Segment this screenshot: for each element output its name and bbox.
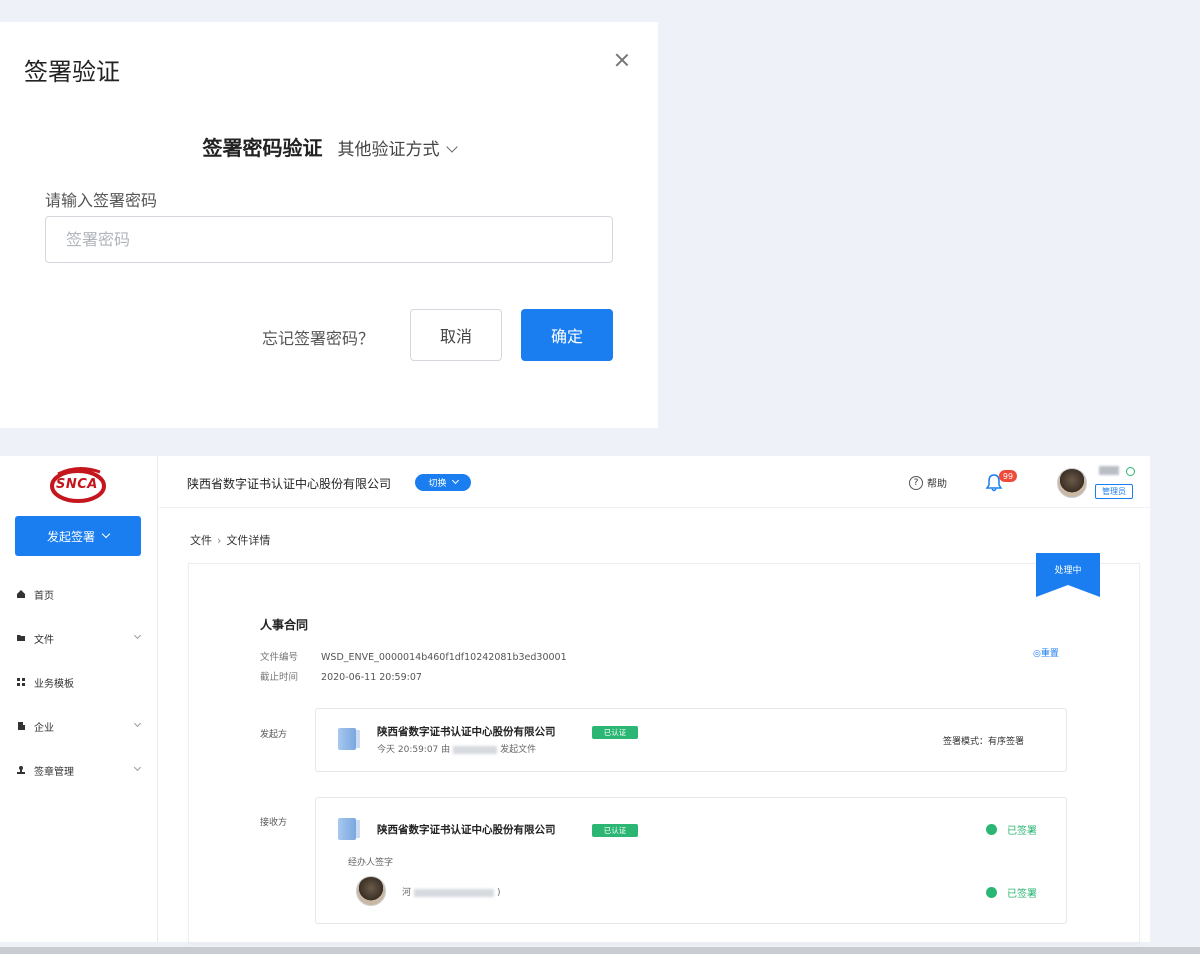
sender-time-prefix: 今天 20:59:07 由 xyxy=(377,745,451,755)
org-switch-button[interactable]: 切换 xyxy=(415,474,471,491)
start-signing-label: 发起签署 xyxy=(46,529,95,544)
agent-name-suffix: ) xyxy=(497,888,501,898)
document-icon xyxy=(338,728,360,750)
sidebar: SNCA 发起签署 首页 文件 业务模板 企业 签章管理 xyxy=(0,456,158,942)
other-verify-method-label: 其他验证方式 xyxy=(337,140,440,160)
sidebar-item-templates[interactable]: 业务模板 xyxy=(16,672,144,692)
document-id-value: WSD_ENVE_0000014b460f1df10242081b3ed3000… xyxy=(321,652,567,663)
breadcrumb-separator: › xyxy=(217,534,222,547)
help-button[interactable]: ? 帮助 xyxy=(909,475,947,490)
sign-password-input[interactable] xyxy=(45,216,613,263)
status-label: 处理中 xyxy=(1054,566,1082,576)
certified-badge: 已认证 xyxy=(592,726,638,739)
agent-avatar xyxy=(356,876,386,906)
sender-time-text: 今天 20:59:07 由 发起文件 xyxy=(377,742,536,755)
document-icon xyxy=(338,818,360,840)
org-switch-label: 切换 xyxy=(428,479,447,489)
top-bar: 陕西省数字证书认证中心股份有限公司 切换 ? 帮助 99 管理员 xyxy=(159,456,1150,508)
cancel-button[interactable]: 取消 xyxy=(410,309,502,361)
agent-signed-status: 已签署 xyxy=(986,885,1037,900)
password-label: 请输入签署密码 xyxy=(45,191,158,210)
sidebar-item-home[interactable]: 首页 xyxy=(16,584,144,604)
snca-logo[interactable]: SNCA xyxy=(48,464,108,504)
receiver-company-name: 陕西省数字证书认证中心股份有限公司 xyxy=(377,824,556,836)
chevron-down-icon xyxy=(101,529,111,539)
breadcrumb-current: 文件详情 xyxy=(226,534,271,547)
sidebar-item-enterprise[interactable]: 企业 xyxy=(16,716,144,736)
notification-badge: 99 xyxy=(999,470,1017,482)
question-icon: ? xyxy=(909,475,923,490)
receiver-party-box xyxy=(315,797,1067,924)
reset-link[interactable]: ◎重置 xyxy=(1033,646,1059,659)
start-signing-button[interactable]: 发起签署 xyxy=(15,516,141,556)
breadcrumb-root[interactable]: 文件 xyxy=(190,534,212,547)
logo-text: SNCA xyxy=(56,477,98,492)
chevron-down-icon xyxy=(133,763,142,772)
folder-icon xyxy=(17,635,25,641)
sidebar-item-stamps[interactable]: 签章管理 xyxy=(16,760,144,780)
document-id-label: 文件编号 xyxy=(260,652,299,663)
user-name-redacted xyxy=(1099,466,1119,475)
stamp-icon xyxy=(17,766,25,774)
verify-method-row: 签署密码验证 其他验证方式 xyxy=(0,132,658,161)
redacted-name xyxy=(453,745,498,754)
home-icon xyxy=(17,590,25,598)
organization-name: 陕西省数字证书认证中心股份有限公司 xyxy=(187,477,392,491)
chevron-down-icon xyxy=(445,141,458,153)
other-verify-method-dropdown[interactable]: 其他验证方式 xyxy=(337,140,458,160)
verified-icon xyxy=(1126,467,1135,476)
chevron-down-icon xyxy=(133,631,142,640)
redacted-name xyxy=(414,888,495,897)
agent-label: 经办人签字 xyxy=(348,858,394,868)
status-dot-icon xyxy=(986,824,997,835)
sidebar-item-files[interactable]: 文件 xyxy=(16,628,144,648)
sender-company-name: 陕西省数字证书认证中心股份有限公司 xyxy=(377,726,556,738)
sidebar-item-label: 业务模板 xyxy=(34,678,74,690)
building-icon xyxy=(18,722,25,730)
document-id-row: 文件编号 WSD_ENVE_0000014b460f1df10242081b3e… xyxy=(260,649,567,663)
sidebar-item-label: 签章管理 xyxy=(34,766,74,778)
chevron-down-icon xyxy=(451,476,459,485)
chevron-down-icon xyxy=(133,719,142,728)
grid-icon xyxy=(17,678,25,686)
agent-name-prefix: 河 xyxy=(402,888,412,898)
dialog-title: 签署验证 xyxy=(24,58,120,86)
sign-verify-dialog: 签署验证 签署密码验证 其他验证方式 请输入签署密码 忘记签署密码？ 取消 确定 xyxy=(0,22,658,428)
receiver-status-label: 已签署 xyxy=(1007,826,1037,837)
certified-badge: 已认证 xyxy=(592,824,638,837)
role-badge: 管理员 xyxy=(1095,484,1133,499)
forgot-password-link[interactable]: 忘记签署密码？ xyxy=(262,325,374,349)
status-ribbon: 处理中 xyxy=(1036,553,1100,597)
sign-mode: 签署模式：有序签署 xyxy=(943,737,1025,747)
sidebar-item-label: 企业 xyxy=(34,722,54,734)
agent-name: 河) xyxy=(402,885,501,898)
document-title: 人事合同 xyxy=(260,618,309,632)
sidebar-item-label: 首页 xyxy=(34,590,54,602)
current-verify-method: 签署密码验证 xyxy=(202,136,323,160)
deadline-value: 2020-06-11 20:59:07 xyxy=(321,672,422,683)
sidebar-item-label: 文件 xyxy=(34,634,54,646)
agent-status-label: 已签署 xyxy=(1007,889,1037,900)
sender-time-suffix: 发起文件 xyxy=(500,745,537,755)
confirm-button[interactable]: 确定 xyxy=(521,309,613,361)
avatar[interactable] xyxy=(1057,468,1087,498)
deadline-label: 截止时间 xyxy=(260,672,299,683)
help-label: 帮助 xyxy=(927,479,947,490)
status-dot-icon xyxy=(986,887,997,898)
bottom-bar xyxy=(0,947,1200,954)
breadcrumb: 文件 › 文件详情 xyxy=(190,532,270,548)
sender-label: 发起方 xyxy=(260,730,288,740)
receiver-label: 接收方 xyxy=(260,818,288,828)
close-icon[interactable] xyxy=(612,50,632,70)
deadline-row: 截止时间 2020-06-11 20:59:07 xyxy=(260,669,422,683)
receiver-signed-status: 已签署 xyxy=(986,822,1037,837)
